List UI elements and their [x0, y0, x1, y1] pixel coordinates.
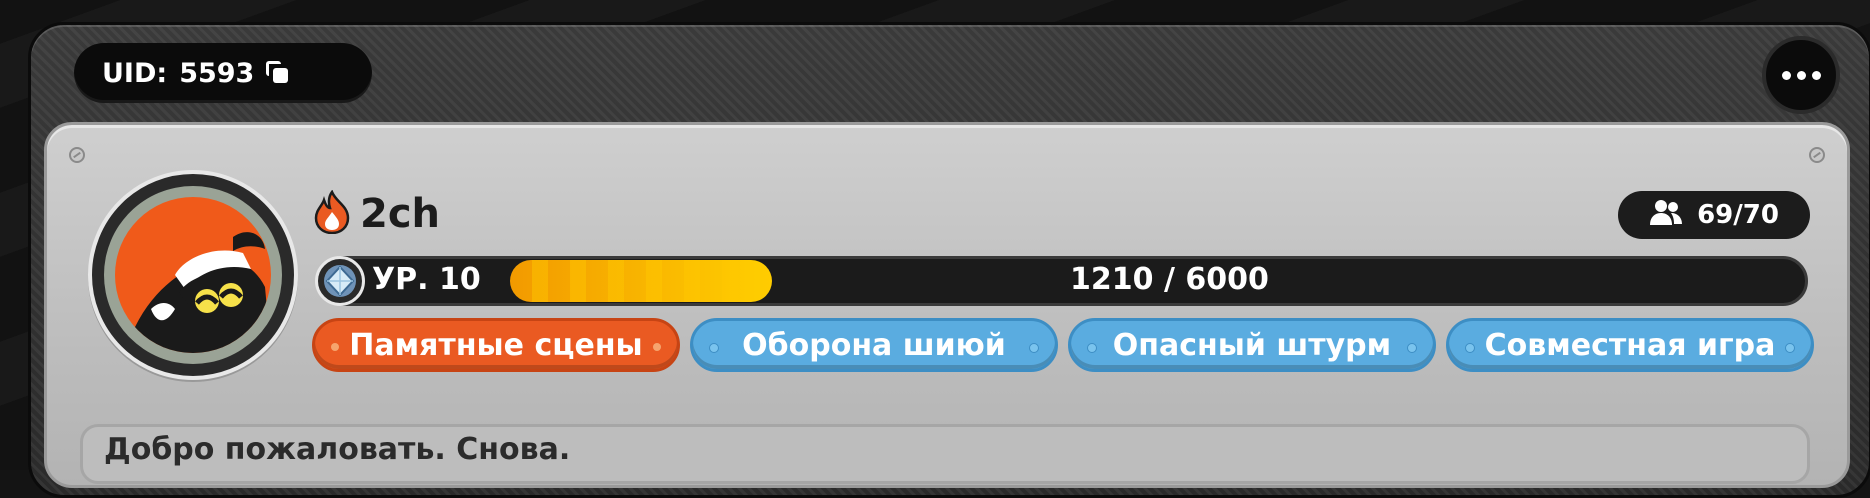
player-name: 2ch — [360, 191, 441, 237]
screw-icon — [69, 147, 85, 163]
friends-count-text: 69/70 — [1697, 200, 1779, 230]
uid-label: UID: — [102, 57, 168, 89]
flame-icon — [314, 189, 350, 238]
uid-value: 5593 — [179, 57, 255, 89]
uid-pill[interactable]: UID: 5593 — [74, 43, 372, 103]
avatar-character-icon — [115, 197, 271, 353]
more-horizontal-icon — [1781, 70, 1791, 80]
diamond-icon — [324, 265, 356, 297]
level-badge — [315, 256, 365, 306]
mode-button-memorable-scenes[interactable]: Памятные сцены — [312, 318, 680, 372]
screw-icon — [1809, 147, 1825, 163]
users-icon — [1649, 198, 1683, 233]
xp-text: 1210 / 6000 — [1070, 262, 1269, 297]
mode-button-dangerous-assault[interactable]: Опасный штурм — [1068, 318, 1436, 372]
avatar[interactable] — [88, 170, 298, 380]
more-menu-button[interactable] — [1762, 36, 1840, 114]
friends-count[interactable]: 69/70 — [1618, 191, 1810, 239]
mode-button-defense[interactable]: Оборона шиюй — [690, 318, 1058, 372]
level-label: УР. 10 — [372, 262, 481, 297]
mode-button-label: Оборона шиюй — [742, 327, 1006, 363]
welcome-message: Добро пожаловать. Снова. — [104, 432, 571, 467]
mode-button-label: Совместная игра — [1484, 327, 1776, 363]
player-name-row: 2ch — [314, 189, 441, 238]
copy-icon[interactable] — [266, 61, 290, 85]
xp-progress-fill — [510, 260, 772, 302]
mode-button-label: Опасный штурм — [1112, 327, 1392, 363]
mode-button-coop[interactable]: Совместная игра — [1446, 318, 1814, 372]
mode-button-label: Памятные сцены — [349, 327, 643, 363]
